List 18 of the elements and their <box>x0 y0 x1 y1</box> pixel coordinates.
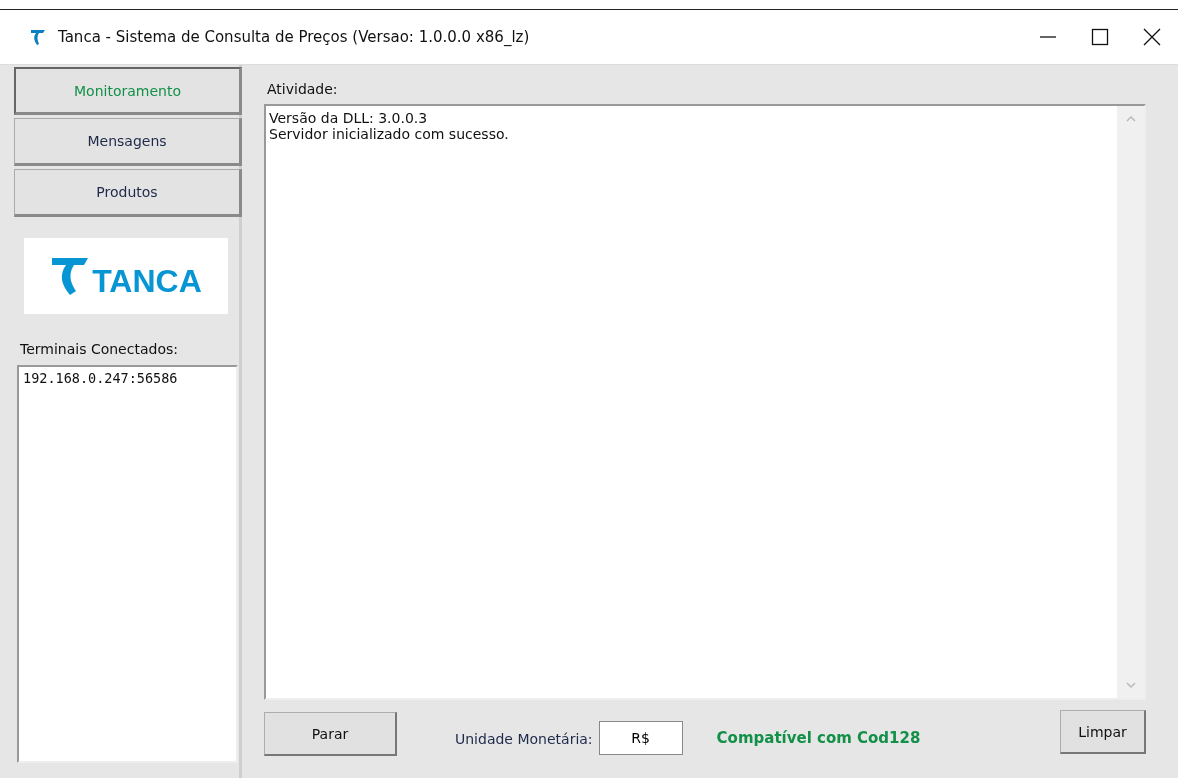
compatibility-status: Compatível com Cod128 <box>716 729 921 747</box>
currency-field[interactable]: R$ <box>598 721 683 755</box>
window-title: Tanca - Sistema de Consulta de Preços (Versao: 1.0.0.0 x86_lz) <box>58 28 530 46</box>
side-tab[interactable]: Produtos <box>14 169 242 217</box>
side-tab[interactable]: Mensagens <box>14 118 242 166</box>
stop-button[interactable]: Parar <box>264 712 397 756</box>
close-icon[interactable] <box>1142 27 1162 47</box>
clear-button[interactable]: Limpar <box>1060 710 1146 754</box>
currency-label: Unidade Monetária: <box>455 731 593 747</box>
log-line: Versão da DLL: 3.0.0.3 <box>269 110 429 126</box>
terminals-label: Terminais Conectados: <box>20 341 179 357</box>
activity-label: Atividade: <box>267 81 339 97</box>
terminals-list[interactable]: 192.168.0.247:56586 <box>17 365 238 763</box>
log-line: Servidor inicializado com sucesso. <box>269 126 510 142</box>
maximize-icon[interactable] <box>1090 27 1110 47</box>
app-logo-icon <box>30 28 46 46</box>
terminal-item[interactable]: 192.168.0.247:56586 <box>23 370 232 386</box>
tanca-logo: TANCA <box>24 238 228 314</box>
